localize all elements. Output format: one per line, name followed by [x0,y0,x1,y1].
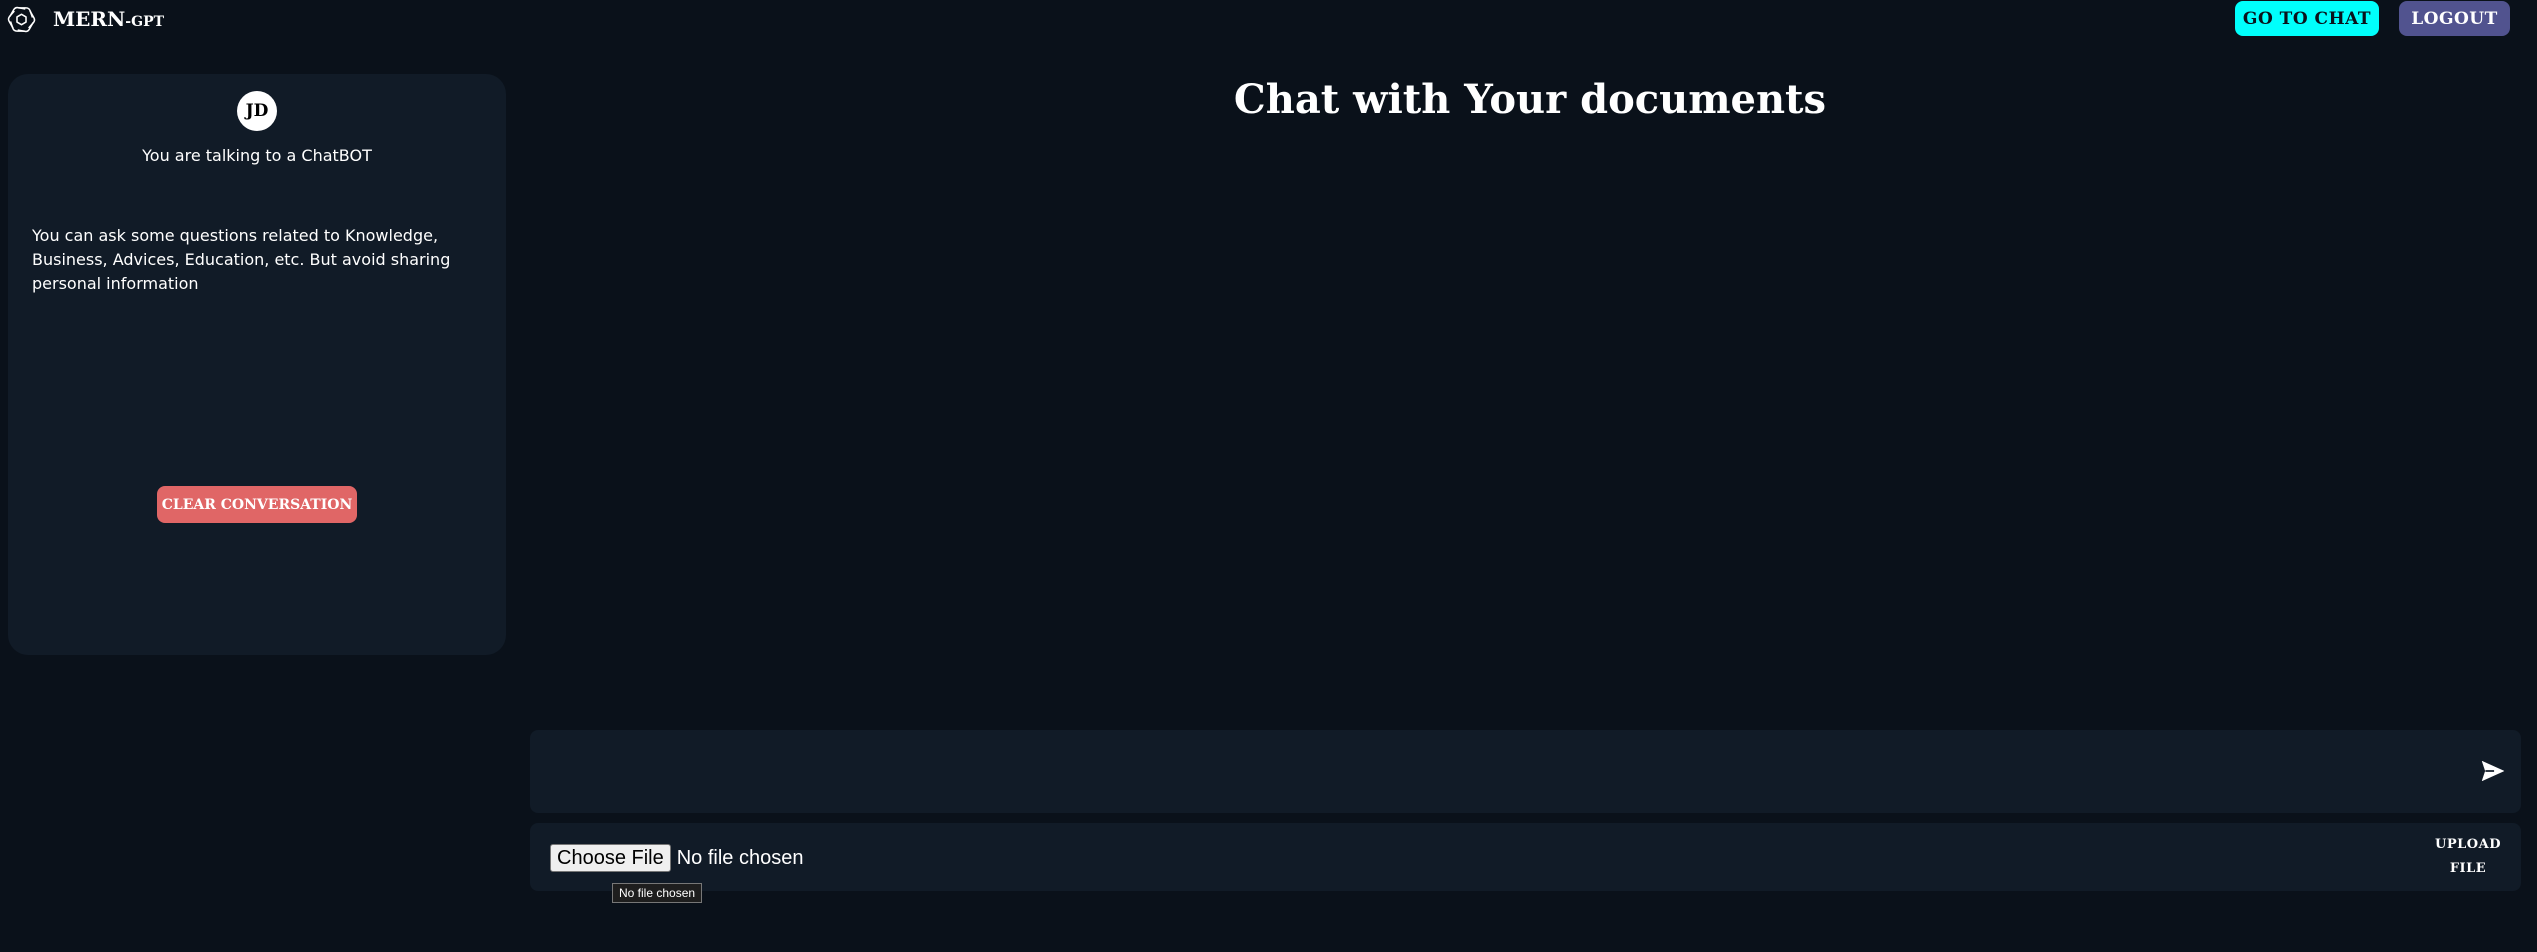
brand-name: MERN -GPT [53,7,164,31]
brand-name-suffix: -GPT [125,14,165,30]
logout-button[interactable]: LOGOUT [2399,1,2510,36]
file-input-tooltip: No file chosen [612,883,703,903]
clear-conversation-button[interactable]: CLEAR CONVERSATION [157,486,357,523]
file-upload-container: Choose File No file chosen UPLOAD FILE [530,823,2521,891]
usage-info-text: You can ask some questions related to Kn… [32,226,451,293]
chat-input-container [530,730,2521,813]
chatbot-intro-text: You are talking to a ChatBOT [142,146,372,165]
file-input[interactable]: Choose File No file chosen [550,844,803,872]
upload-file-button[interactable]: UPLOAD FILE [2428,833,2508,881]
app-header: MERN -GPT GO TO CHAT LOGOUT [0,0,2537,38]
avatar: JD [237,91,277,131]
go-to-chat-button[interactable]: GO TO CHAT [2235,1,2379,36]
sidebar-card: JD You are talking to a ChatBOT You can … [8,74,506,655]
file-status-text: No file chosen [676,846,804,869]
openai-logo-icon [7,6,36,32]
page-title: Chat with Your documents [1233,76,1827,123]
chat-message-input[interactable] [544,746,2444,796]
brand-name-main: MERN [53,7,126,31]
upload-button-line1: UPLOAD [2435,837,2501,852]
send-icon[interactable] [2480,758,2506,784]
upload-button-line2: FILE [2449,861,2487,876]
choose-file-button[interactable]: Choose File [550,844,671,872]
brand-logo[interactable]: MERN -GPT [6,0,164,38]
